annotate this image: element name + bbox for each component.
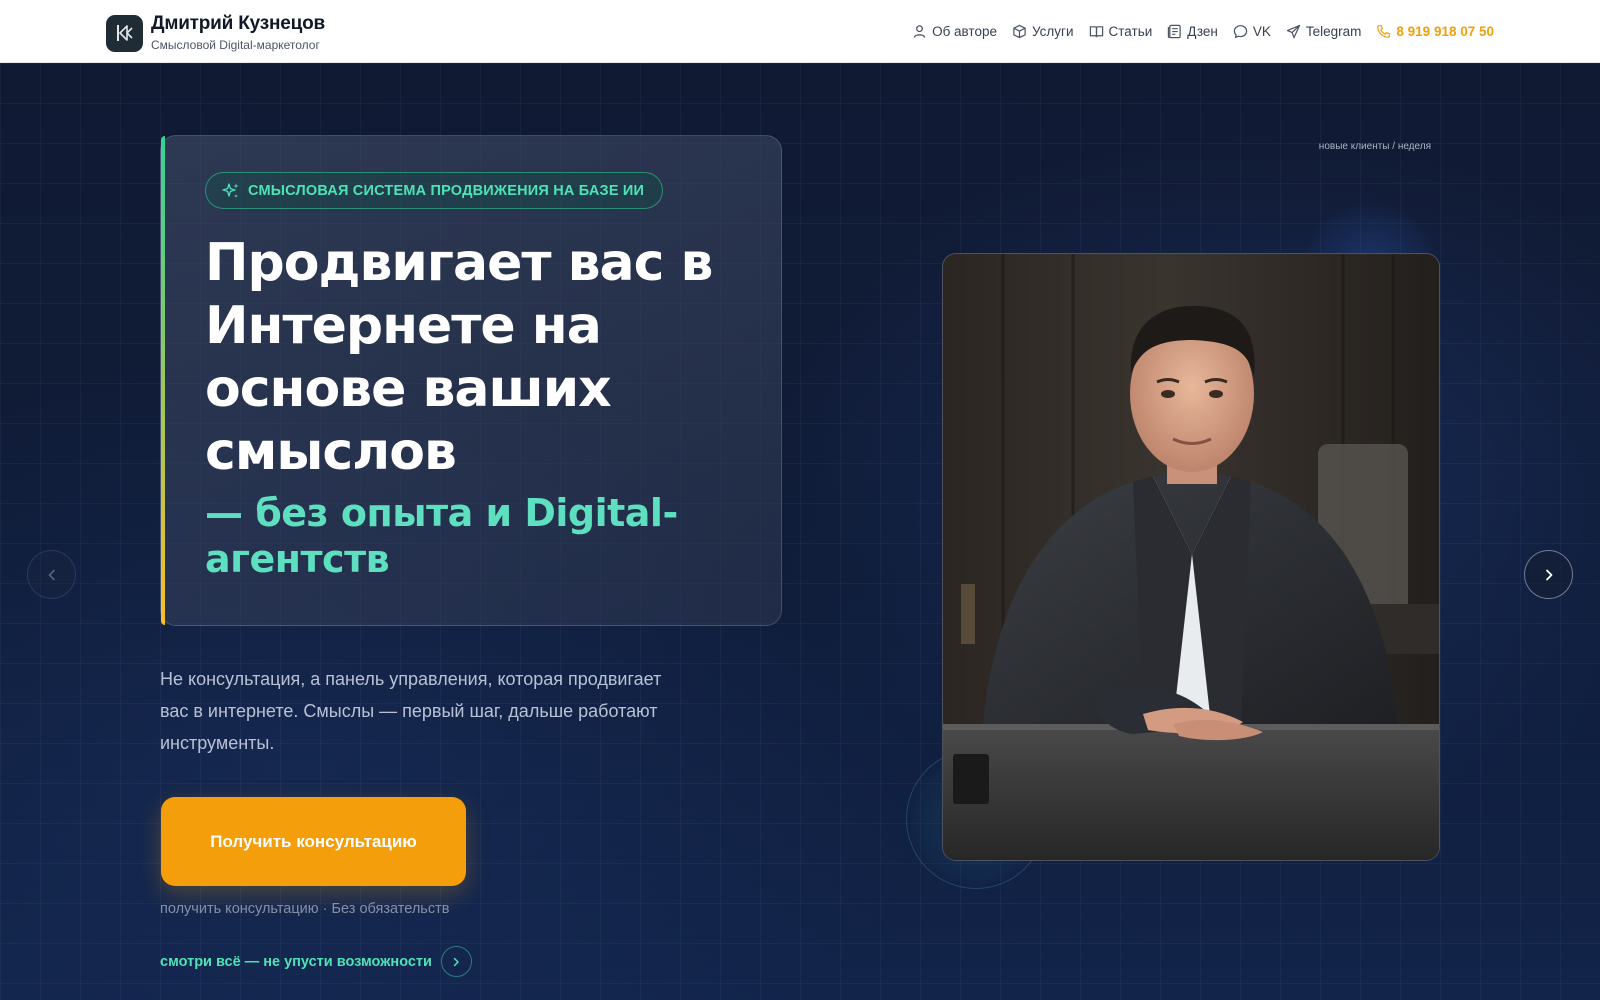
hero-subheadline: — без опыта и Digital-агентств bbox=[205, 491, 678, 581]
user-icon bbox=[913, 24, 926, 38]
chevron-left-icon bbox=[48, 569, 55, 580]
hero-section: СМЫСЛОВАЯ СИСТЕМА ПРОДВИЖЕНИЯ НА БАЗЕ ИИ… bbox=[0, 63, 1600, 1000]
hero-badge-label: СМЫСЛОВАЯ СИСТЕМА ПРОДВИЖЕНИЯ НА БАЗЕ ИИ bbox=[248, 182, 645, 199]
sparkles-icon bbox=[222, 182, 239, 198]
stat-label: новые клиенты / неделя bbox=[1318, 141, 1431, 152]
card-accent-bar bbox=[161, 136, 165, 625]
nav-phone-link[interactable]: 8 919 918 07 50 bbox=[1376, 24, 1494, 39]
nav-item-telegram[interactable]: Telegram bbox=[1286, 23, 1362, 39]
nav-item-label: Об авторе bbox=[932, 23, 997, 39]
hero-title-card: СМЫСЛОВАЯ СИСТЕМА ПРОДВИЖЕНИЯ НА БАЗЕ ИИ… bbox=[160, 135, 782, 626]
box-icon bbox=[1013, 24, 1026, 38]
hero-badge: СМЫСЛОВАЯ СИСТЕМА ПРОДВИЖЕНИЯ НА БАЗЕ ИИ bbox=[205, 172, 664, 209]
newspaper-icon bbox=[1168, 24, 1181, 38]
get-consultation-button[interactable]: Получить консультацию bbox=[161, 797, 466, 886]
hero-headline: Продвигает вас в Интернете на основе ваш… bbox=[205, 233, 713, 482]
nav-item-label: Статьи bbox=[1108, 23, 1153, 39]
nav-item-dzen[interactable]: Дзен bbox=[1167, 24, 1218, 39]
chevron-right-icon bbox=[440, 946, 472, 977]
see-all-label: смотри всё — не упусти возможности bbox=[160, 953, 432, 970]
send-icon bbox=[1286, 24, 1301, 38]
brand[interactable]: Дмитрий Кузнецов Смысловой Digital-марке… bbox=[106, 13, 325, 53]
phone-number: 8 919 918 07 50 bbox=[1396, 23, 1494, 39]
nav-item-label: Услуги bbox=[1032, 23, 1074, 39]
nav-item-vk[interactable]: VK bbox=[1233, 24, 1271, 39]
carousel-next-button[interactable] bbox=[1524, 550, 1573, 599]
phone-icon bbox=[1377, 24, 1391, 38]
main-nav: Об авторе Услуги Статьи Дзен VK Telegram… bbox=[897, 0, 1494, 62]
nav-item-articles[interactable]: Статьи bbox=[1089, 23, 1153, 39]
chevron-right-icon bbox=[1545, 569, 1552, 580]
nav-item-label: VK bbox=[1252, 23, 1271, 39]
site-header: Дмитрий Кузнецов Смысловой Digital-марке… bbox=[0, 0, 1600, 63]
hero-lead-text: Не консультация, а панель управления, ко… bbox=[160, 669, 662, 753]
author-portrait-photo bbox=[942, 253, 1440, 861]
cta-note: получить консультацию · Без обязательств bbox=[160, 901, 450, 917]
nav-item-services[interactable]: Услуги bbox=[1012, 24, 1074, 39]
brand-name: Дмитрий Кузнецов bbox=[151, 13, 325, 34]
carousel-prev-button[interactable] bbox=[27, 550, 76, 599]
book-icon bbox=[1089, 25, 1103, 37]
see-all-link[interactable]: смотри всё — не упусти возможности bbox=[160, 946, 472, 977]
nav-item-label: Дзен bbox=[1187, 23, 1218, 39]
nav-item-about[interactable]: Об авторе bbox=[912, 24, 997, 39]
nav-item-label: Telegram bbox=[1305, 23, 1362, 39]
brand-logo-icon bbox=[106, 14, 143, 52]
chat-bubble-icon bbox=[1233, 24, 1248, 38]
brand-subtitle: Смысловой Digital-маркетолог bbox=[151, 38, 320, 52]
